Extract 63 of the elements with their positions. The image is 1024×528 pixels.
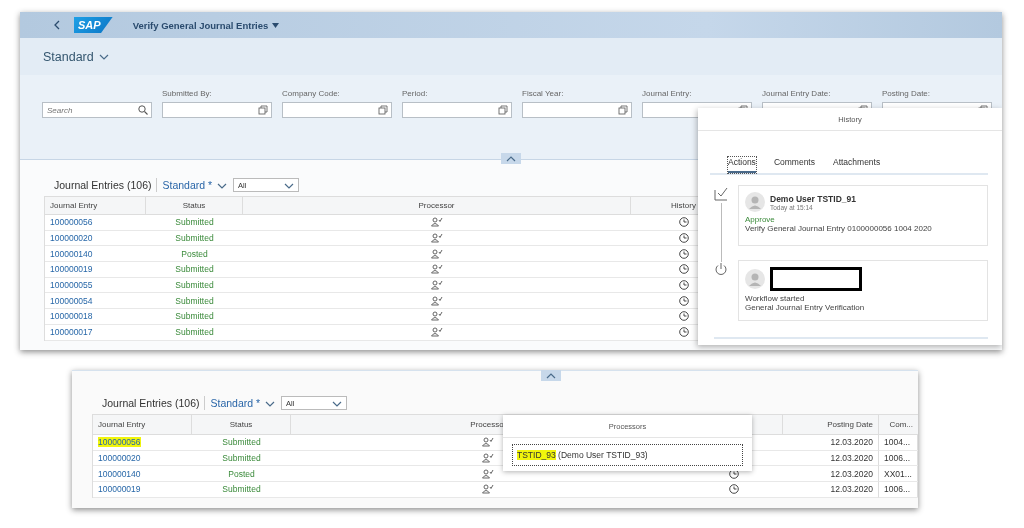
field-label: Fiscal Year: xyxy=(522,89,565,98)
entry-link[interactable]: 100000054 xyxy=(50,295,93,306)
field-label: Posting Date: xyxy=(882,89,932,98)
table-title: Journal Entries (106) xyxy=(102,397,200,409)
entry-link[interactable]: 100000140 xyxy=(50,248,93,259)
column-header: Status xyxy=(192,415,291,435)
variant-selector[interactable]: Standard * xyxy=(162,179,228,191)
entry-link[interactable]: 100000019 xyxy=(98,484,141,495)
status-text: Submitted xyxy=(146,293,243,310)
status-text: Submitted xyxy=(146,324,243,341)
column-header: Status xyxy=(146,197,243,215)
table-cell: 1006... xyxy=(879,482,918,498)
status-text: Submitted xyxy=(146,309,243,325)
table-cell: 12.03.2020 xyxy=(783,482,879,498)
column-header: Posting Date xyxy=(783,415,879,435)
entry-link[interactable]: 100000056 xyxy=(98,437,141,448)
status-text: Submitted xyxy=(146,215,243,231)
entry-link[interactable]: 100000020 xyxy=(50,233,93,244)
action-label: Approve xyxy=(745,215,776,224)
entry-link[interactable]: 100000017 xyxy=(50,327,93,338)
app-title[interactable]: Verify General Journal Entries xyxy=(132,19,269,31)
field-label: Journal Entry: xyxy=(642,89,693,98)
status-text: Submitted xyxy=(192,482,291,498)
column-header: Com... xyxy=(879,415,918,435)
tab[interactable]: Attachments xyxy=(832,157,881,171)
status-text: Submitted xyxy=(192,450,291,467)
column-header: Processor xyxy=(243,197,631,215)
table-cell: 12.03.2020 xyxy=(783,435,879,451)
table-cell: 12.03.2020 xyxy=(783,450,879,467)
entry-description: General Journal Entry Verification xyxy=(745,303,866,312)
logo[interactable]: SAP xyxy=(74,17,113,33)
field-label: Submitted By: xyxy=(162,89,213,98)
tab[interactable]: Actions xyxy=(728,157,756,173)
user-name: Demo User TSTID_91 xyxy=(770,193,856,204)
variant-selector[interactable]: Standard xyxy=(43,49,110,64)
status-text: Submitted xyxy=(146,262,243,278)
table-cell: 12.03.2020 xyxy=(783,466,879,483)
entry-description: Verify General Journal Entry 0100000056 1004 2020 xyxy=(745,224,933,233)
tab[interactable]: Comments xyxy=(773,157,815,171)
table-title: Journal Entries (106) xyxy=(54,179,152,191)
entry-link[interactable]: 100000056 xyxy=(50,217,93,228)
entry-link[interactable]: 100000055 xyxy=(50,280,93,291)
status-text: Posted xyxy=(192,466,291,483)
list-item[interactable]: TSTID_93 (Demo User TSTID_93) xyxy=(512,444,743,466)
field-label: Period: xyxy=(402,89,429,98)
field-label: Company Code: xyxy=(282,89,341,98)
status-text: Submitted xyxy=(146,277,243,294)
entry-link[interactable]: 100000018 xyxy=(50,311,93,322)
variant-selector[interactable]: Standard * xyxy=(210,397,276,409)
entry-link[interactable]: 100000019 xyxy=(50,264,93,275)
column-header: Journal Entry xyxy=(93,415,192,435)
status-text: Submitted xyxy=(192,435,291,451)
action-label: Workflow started xyxy=(745,294,806,303)
entry-link[interactable]: 100000020 xyxy=(98,453,141,464)
table-cell: XX01... xyxy=(879,466,918,483)
search-field[interactable]: Search xyxy=(42,102,152,118)
table-cell: 1006... xyxy=(879,450,918,467)
status-text: Posted xyxy=(146,246,243,263)
column-header: Journal Entry xyxy=(45,197,146,215)
entry-link[interactable]: 100000140 xyxy=(98,468,141,479)
table-cell: 1004... xyxy=(879,435,918,451)
status-text: Submitted xyxy=(146,230,243,247)
field-label: Journal Entry Date: xyxy=(762,89,832,98)
